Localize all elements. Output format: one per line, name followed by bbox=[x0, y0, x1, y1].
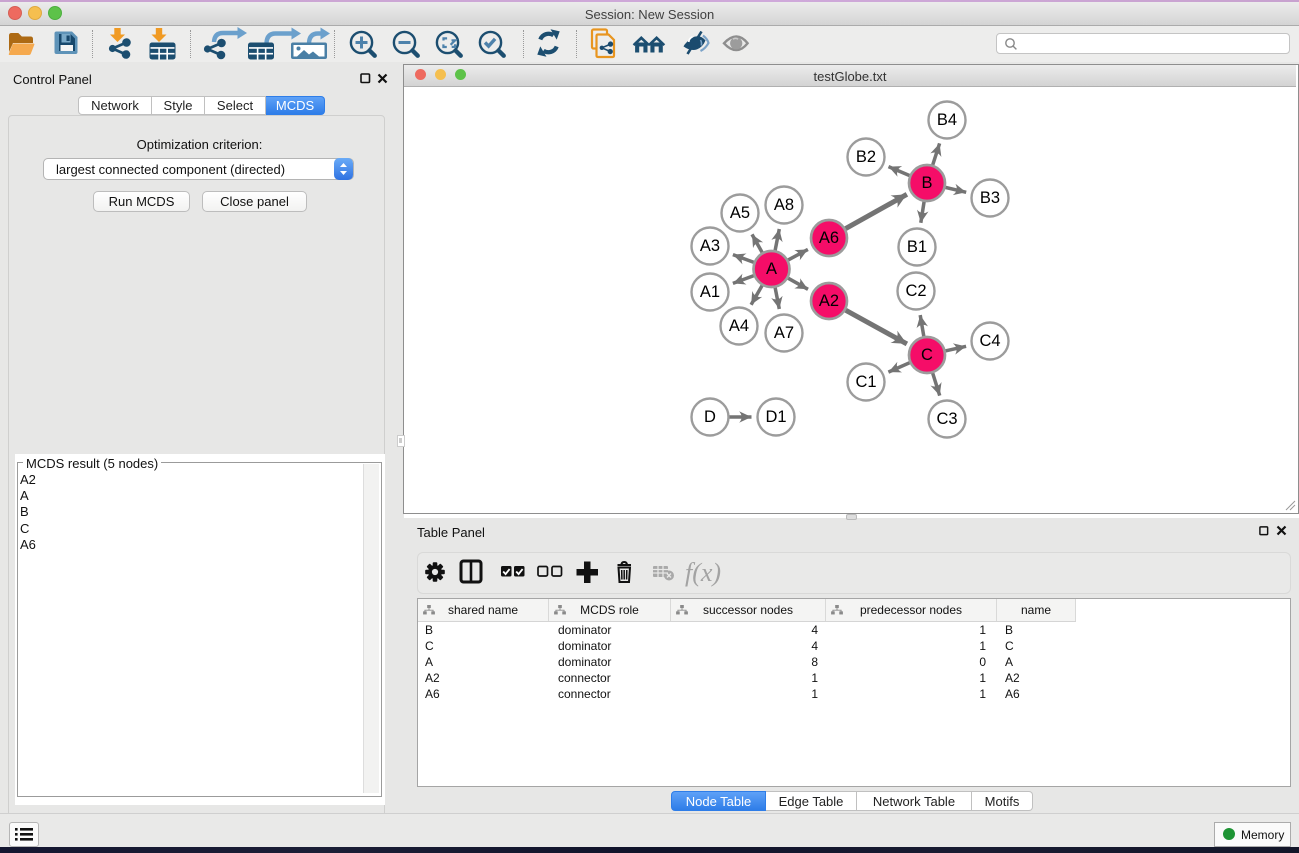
svg-text:B4: B4 bbox=[937, 111, 957, 129]
svg-text:C3: C3 bbox=[936, 410, 957, 428]
svg-text:A: A bbox=[766, 260, 777, 278]
svg-text:D: D bbox=[704, 408, 716, 426]
svg-text:B: B bbox=[921, 174, 932, 192]
svg-text:A4: A4 bbox=[729, 317, 749, 335]
svg-text:f(x): f(x) bbox=[685, 558, 721, 587]
svg-text:B3: B3 bbox=[980, 189, 1000, 207]
svg-text:A5: A5 bbox=[730, 204, 750, 222]
svg-text:A2: A2 bbox=[819, 292, 839, 310]
svg-text:C1: C1 bbox=[855, 373, 876, 391]
svg-text:D1: D1 bbox=[765, 408, 786, 426]
svg-text:A8: A8 bbox=[774, 196, 794, 214]
svg-text:B2: B2 bbox=[856, 148, 876, 166]
svg-text:B1: B1 bbox=[907, 238, 927, 256]
svg-text:A1: A1 bbox=[700, 283, 720, 301]
svg-text:C4: C4 bbox=[979, 332, 1000, 350]
svg-text:A6: A6 bbox=[819, 229, 839, 247]
svg-text:C2: C2 bbox=[905, 282, 926, 300]
svg-text:A7: A7 bbox=[774, 324, 794, 342]
svg-text:C: C bbox=[921, 346, 933, 364]
svg-text:A3: A3 bbox=[700, 237, 720, 255]
